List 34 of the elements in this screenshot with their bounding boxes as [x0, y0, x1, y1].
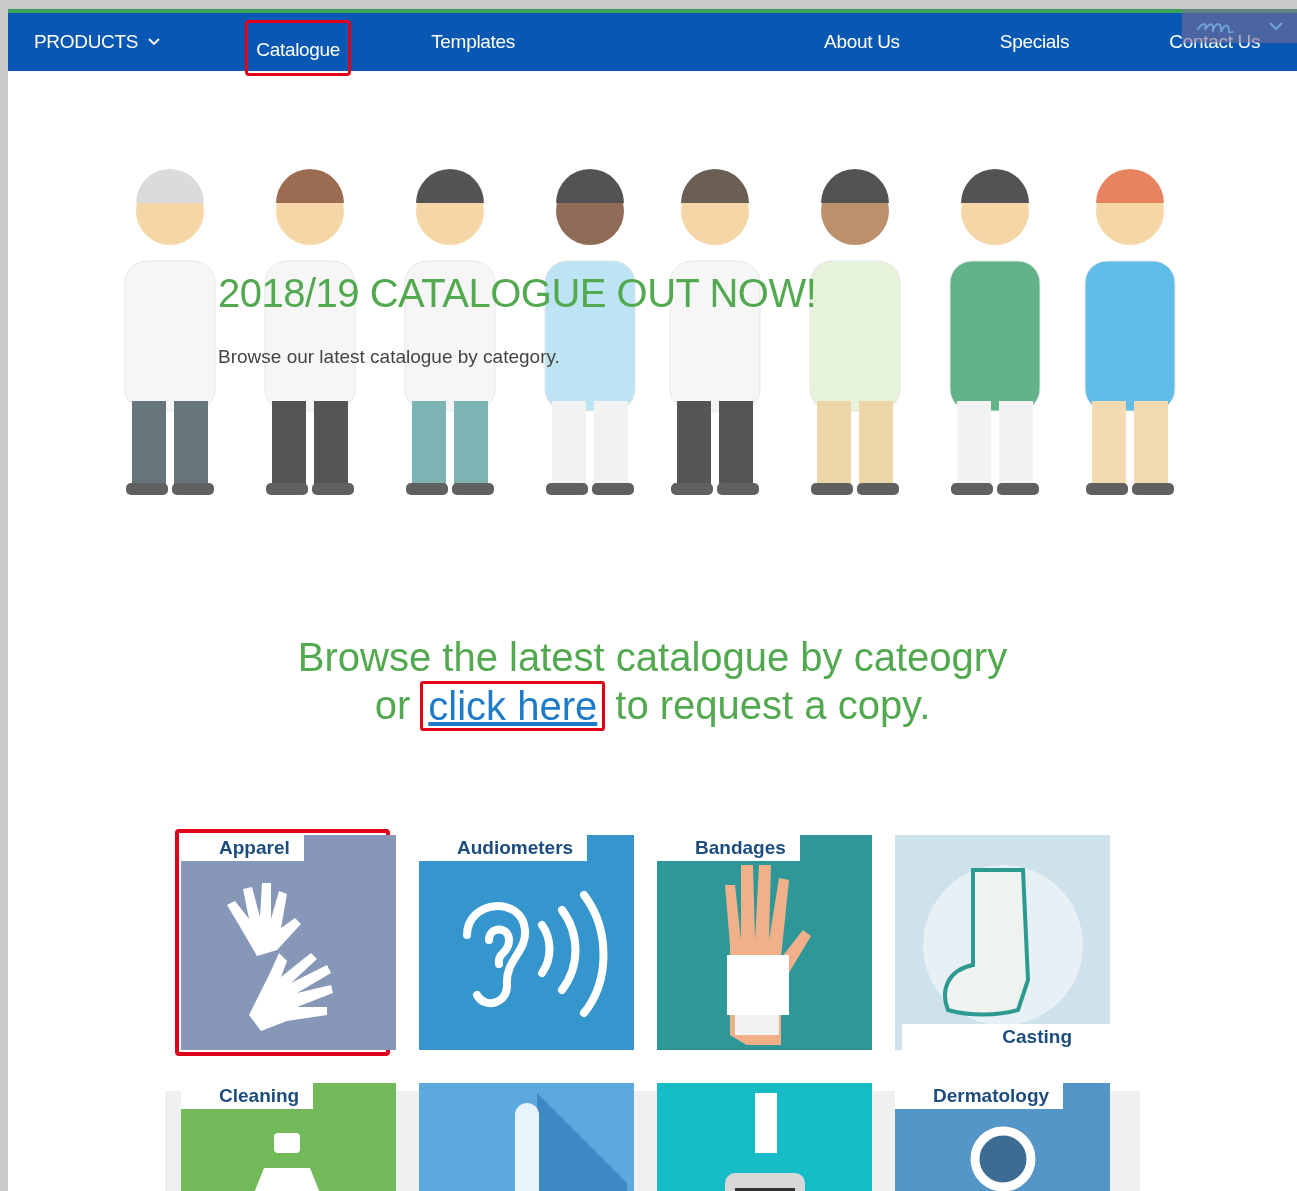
cleaning-bottle-icon [252, 1133, 322, 1191]
category-tile[interactable]: Cleaning [181, 1083, 396, 1191]
category-label: Dermatology [895, 1083, 1064, 1109]
hero-subtitle: Browse our latest catalogue by category. [218, 346, 561, 368]
nav-link[interactable]: About Us [812, 18, 912, 66]
category-tile[interactable]: Casting [895, 835, 1110, 1050]
category-tile[interactable]: Apparel [181, 835, 396, 1050]
nav-link[interactable]: PRODUCTS [22, 18, 173, 66]
category-tile[interactable]: Audiometers [419, 835, 634, 1050]
category-tile[interactable]: Dermatology [895, 1083, 1110, 1191]
bandaged-hand-icon [725, 865, 811, 1045]
magnifier-icon [970, 1126, 1036, 1191]
category-tile[interactable]: Bandages [657, 835, 872, 1050]
category-label: Bandages [657, 835, 800, 861]
chevron-down-icon[interactable] [1268, 21, 1283, 31]
hero-headline: 2018/19 CATALOGUE OUT NOW! [218, 271, 817, 316]
thermometer-icon [515, 1093, 627, 1191]
leg-cast-icon [923, 865, 1083, 1025]
category-label: Apparel [181, 835, 304, 861]
category-label: Casting [902, 1024, 1110, 1050]
category-label: Audiometers [419, 835, 588, 861]
nav-link[interactable]: Contact Us [1157, 18, 1273, 66]
patient-monitor-icon [725, 1093, 805, 1191]
intro-text: or [374, 682, 411, 729]
nav-link[interactable]: Templates [419, 18, 528, 66]
gloves-icon [227, 883, 333, 1031]
ear-sound-icon [463, 891, 608, 1017]
nav-link[interactable]: Catalogue [245, 20, 352, 76]
nav-link[interactable]: Specials [987, 18, 1082, 66]
chevron-down-icon [148, 38, 161, 46]
request-copy-link[interactable]: click here [420, 681, 606, 731]
intro-heading: Browse the latest catalogue by cateogry [296, 634, 1009, 681]
category-label: Cleaning [181, 1083, 314, 1109]
intro-text: to request a copy. [615, 682, 931, 729]
